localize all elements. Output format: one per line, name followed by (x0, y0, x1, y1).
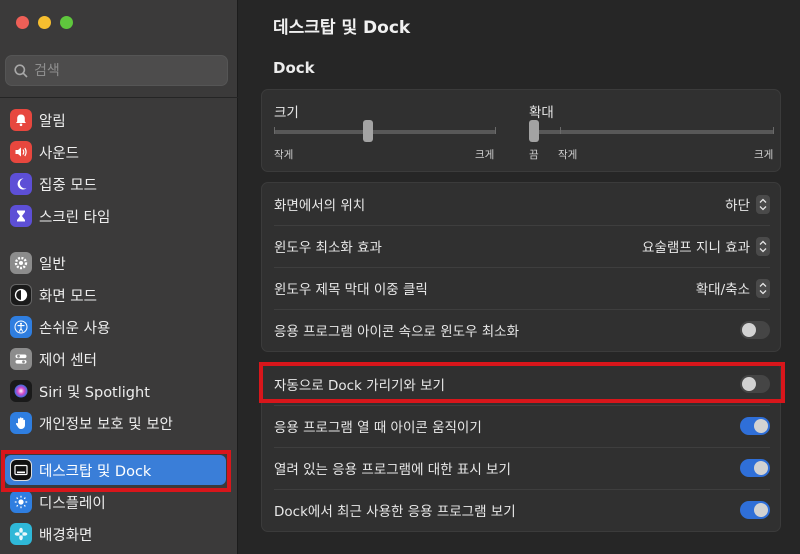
sidebar-item-focus[interactable]: 집중 모드 (5, 169, 226, 199)
row-label: 자동으로 Dock 가리기와 보기 (274, 378, 445, 394)
magnification-tick-max (773, 127, 774, 134)
zoom-window-button[interactable] (60, 16, 73, 29)
sidebar-item-desktop-dock[interactable]: 데스크탑 및 Dock (5, 455, 226, 485)
magnification-slider-track[interactable] (529, 130, 774, 134)
dock-icon (10, 459, 32, 481)
flower-icon (10, 523, 32, 545)
speaker-icon (10, 141, 32, 163)
magnification-slider-knob[interactable] (529, 120, 539, 142)
sidebar-item-screen-time[interactable]: 스크린 타임 (5, 201, 226, 231)
sidebar-item-label: Siri 및 Spotlight (39, 384, 150, 401)
minimize-into-app-icon-row: 응용 프로그램 아이콘 속으로 윈도우 최소화 (262, 309, 782, 351)
size-tick-max (495, 127, 496, 134)
search-icon (14, 63, 28, 78)
sidebar: 알림 사운드 집중 모드 스크린 타임 일반 화면 모드 손쉬운 사용 제어 센… (0, 0, 238, 554)
select-value: 요술램프 지니 효과 (642, 240, 750, 256)
row-label: 응용 프로그램 열 때 아이콘 움직이기 (274, 420, 482, 436)
size-label: 크기 (274, 105, 299, 121)
minimize-into-app-icon-toggle[interactable] (740, 321, 770, 339)
sidebar-item-accessibility[interactable]: 손쉬운 사용 (5, 312, 226, 342)
sidebar-item-general[interactable]: 일반 (5, 248, 226, 278)
magnification-tick-min (560, 127, 561, 134)
siri-icon (10, 380, 32, 402)
moon-icon (10, 173, 32, 195)
sidebar-item-sound[interactable]: 사운드 (5, 137, 226, 167)
minimize-effect-select[interactable]: 요술램프 지니 효과 (642, 236, 770, 256)
control-center-icon (10, 348, 32, 370)
sidebar-item-label: 디스플레이 (39, 495, 106, 512)
sidebar-item-label: 손쉬운 사용 (39, 320, 111, 337)
dock-display-card: 자동으로 Dock 가리기와 보기 응용 프로그램 열 때 아이콘 움직이기 열… (261, 362, 781, 532)
sidebar-item-label: 사운드 (39, 145, 80, 162)
sidebar-item-label: 집중 모드 (39, 177, 97, 194)
sidebar-item-wallpaper[interactable]: 배경화면 (5, 519, 226, 549)
search-field[interactable] (5, 55, 228, 86)
sidebar-item-label: 개인정보 보호 및 보안 (39, 416, 173, 433)
page-title: 데스크탑 및 Dock (273, 18, 411, 38)
sidebar-item-label: 데스크탑 및 Dock (39, 463, 152, 480)
magnification-off-label: 끔 (529, 149, 539, 161)
size-min-label: 작게 (274, 149, 294, 161)
size-max-label: 크게 (475, 149, 495, 161)
show-indicators-row: 열려 있는 응용 프로그램에 대한 표시 보기 (262, 447, 782, 489)
sidebar-item-label: 화면 모드 (39, 288, 97, 305)
auto-hide-dock-toggle[interactable] (740, 375, 770, 393)
position-select[interactable]: 하단 (725, 194, 770, 214)
size-tick-min (274, 127, 275, 134)
animate-opening-row: 응용 프로그램 열 때 아이콘 움직이기 (262, 405, 782, 447)
auto-hide-dock-row: 자동으로 Dock 가리기와 보기 (262, 363, 782, 405)
hourglass-icon (10, 205, 32, 227)
sidebar-item-appearance[interactable]: 화면 모드 (5, 280, 226, 310)
magnification-min-label: 작게 (558, 149, 578, 161)
dock-size-card: 크기 작게 크게 확대 끔 작게 크게 (261, 89, 781, 172)
chevron-updown-icon (756, 278, 770, 298)
accessibility-icon (10, 316, 32, 338)
row-label: 윈도우 제목 막대 이중 클릭 (274, 282, 428, 298)
size-slider-knob[interactable] (363, 120, 373, 142)
bell-icon (10, 109, 32, 131)
row-label: 응용 프로그램 아이콘 속으로 윈도우 최소화 (274, 324, 520, 340)
select-value: 확대/축소 (695, 282, 750, 298)
show-recent-apps-row: Dock에서 최근 사용한 응용 프로그램 보기 (262, 489, 782, 531)
show-recent-apps-toggle[interactable] (740, 501, 770, 519)
chevron-updown-icon (756, 194, 770, 214)
sidebar-item-displays[interactable]: 디스플레이 (5, 487, 226, 517)
magnification-label: 확대 (529, 105, 554, 121)
select-value: 하단 (725, 198, 750, 214)
position-on-screen-row[interactable]: 화면에서의 위치 하단 (262, 183, 782, 225)
row-label: Dock에서 최근 사용한 응용 프로그램 보기 (274, 504, 516, 520)
search-input[interactable] (34, 62, 204, 79)
sidebar-item-label: 스크린 타임 (39, 209, 111, 226)
window-controls (16, 16, 73, 29)
row-label: 윈도우 최소화 효과 (274, 240, 382, 256)
appearance-icon (10, 284, 32, 306)
main-pane: 데스크탑 및 Dock Dock 크기 작게 크게 확대 끔 작게 크게 화면에… (239, 0, 800, 554)
sidebar-item-privacy-security[interactable]: 개인정보 보호 및 보안 (5, 408, 226, 438)
sidebar-item-label: 제어 센터 (39, 352, 97, 369)
sidebar-item-notifications[interactable]: 알림 (5, 105, 226, 135)
close-window-button[interactable] (16, 16, 29, 29)
sidebar-divider (0, 97, 238, 98)
sidebar-item-control-center[interactable]: 제어 센터 (5, 344, 226, 374)
size-slider-track[interactable] (274, 130, 496, 134)
sidebar-item-label: 배경화면 (39, 527, 93, 544)
title-bar-double-click-row[interactable]: 윈도우 제목 막대 이중 클릭 확대/축소 (262, 267, 782, 309)
row-label: 열려 있는 응용 프로그램에 대한 표시 보기 (274, 462, 511, 478)
sidebar-item-siri-spotlight[interactable]: Siri 및 Spotlight (5, 376, 226, 406)
show-indicators-toggle[interactable] (740, 459, 770, 477)
sidebar-item-label: 일반 (39, 256, 66, 273)
row-label: 화면에서의 위치 (274, 198, 366, 214)
section-title: Dock (273, 59, 315, 77)
minimize-effect-row[interactable]: 윈도우 최소화 효과 요술램프 지니 효과 (262, 225, 782, 267)
sidebar-item-label: 알림 (39, 113, 66, 130)
double-click-select[interactable]: 확대/축소 (696, 278, 770, 298)
dock-behavior-card: 화면에서의 위치 하단 윈도우 최소화 효과 요술램프 지니 효과 윈도우 제목… (261, 182, 781, 352)
chevron-updown-icon (756, 236, 770, 256)
gear-icon (10, 252, 32, 274)
animate-opening-toggle[interactable] (740, 417, 770, 435)
sun-icon (10, 491, 32, 513)
magnification-max-label: 크게 (754, 149, 774, 161)
hand-icon (10, 412, 32, 434)
minimize-window-button[interactable] (38, 16, 51, 29)
